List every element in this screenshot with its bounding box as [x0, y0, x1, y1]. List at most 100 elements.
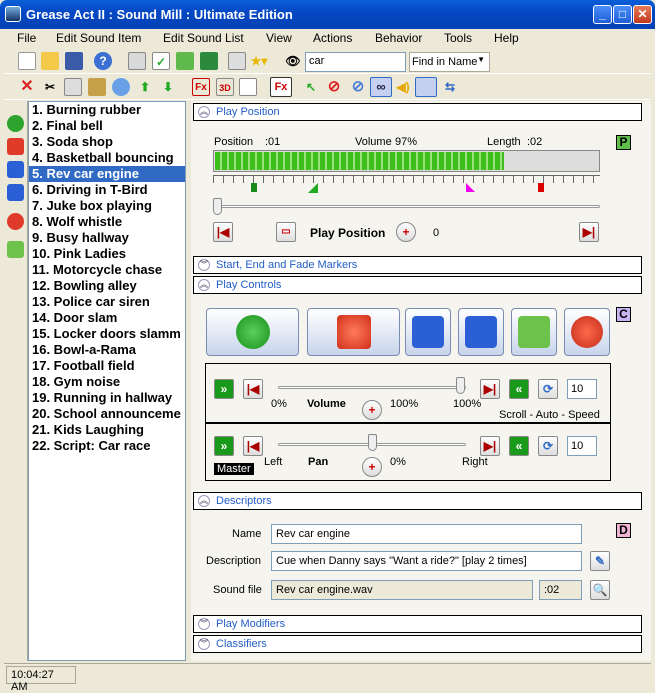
volume-step-input[interactable]: 10 — [567, 379, 597, 399]
volume-thumb[interactable] — [456, 377, 465, 394]
play-icon[interactable] — [7, 115, 24, 132]
find-mode-select[interactable]: Find in Name ▼ — [409, 52, 490, 72]
pan-step-input[interactable]: 10 — [567, 436, 597, 456]
list-item[interactable]: 14. Door slam — [29, 310, 185, 326]
mixer-icon[interactable] — [415, 77, 437, 97]
save-icon[interactable] — [65, 52, 83, 70]
menu-view[interactable]: View — [266, 31, 292, 45]
fade-in-marker[interactable] — [308, 183, 318, 193]
name-field[interactable]: Rev car engine — [271, 524, 582, 544]
next-button[interactable] — [458, 308, 504, 356]
menu-file[interactable]: File — [17, 31, 36, 45]
list-item[interactable]: 20. School announceme — [29, 406, 185, 422]
move-down-icon[interactable]: ⬇ — [159, 78, 177, 96]
book-icon[interactable] — [200, 52, 218, 70]
arrange-icon[interactable]: ⇆ — [441, 78, 459, 96]
list-item[interactable]: 10. Pink Ladies — [29, 246, 185, 262]
section-markers[interactable]: ︾ Start, End and Fade Markers — [193, 256, 642, 274]
cut-icon[interactable]: ✂ — [41, 78, 59, 96]
volume-min-button[interactable]: |◀ — [243, 379, 263, 399]
list-item[interactable]: 3. Soda shop — [29, 134, 185, 150]
list-item[interactable]: 2. Final bell — [29, 118, 185, 134]
volume-auto-button[interactable]: ⟳ — [538, 379, 558, 399]
pan-rewind-button[interactable]: « — [509, 436, 529, 456]
favorites-dropdown-icon[interactable]: ★▾ — [250, 52, 268, 70]
section-play-modifiers[interactable]: ︾ Play Modifiers — [193, 615, 642, 633]
volume-rewind-button[interactable]: « — [509, 379, 529, 399]
pan-auto-button[interactable]: ⟳ — [538, 436, 558, 456]
volume-max-button[interactable]: ▶| — [480, 379, 500, 399]
sound-icon[interactable] — [112, 78, 130, 96]
list-item[interactable]: 19. Running in hallway — [29, 390, 185, 406]
cancel-icon[interactable] — [7, 213, 24, 230]
go-end-button[interactable]: ▶| — [579, 222, 599, 242]
help-icon[interactable]: ? — [94, 52, 112, 70]
end-marker[interactable] — [538, 183, 544, 192]
menu-behavior[interactable]: Behavior — [375, 31, 422, 45]
loop-icon[interactable] — [7, 241, 24, 258]
pan-thumb[interactable] — [368, 434, 377, 451]
list-item[interactable]: 21. Kids Laughing — [29, 422, 185, 438]
list-item[interactable]: 13. Police car siren — [29, 294, 185, 310]
menu-edit-sound-item[interactable]: Edit Sound Item — [56, 31, 141, 45]
pause-icon[interactable] — [7, 161, 24, 178]
maximize-button[interactable]: □ — [613, 5, 632, 24]
list-item[interactable]: 4. Basketball bouncing — [29, 150, 185, 166]
paste-icon[interactable] — [88, 78, 106, 96]
list-item[interactable]: 11. Motorcycle chase — [29, 262, 185, 278]
copy-icon[interactable] — [64, 78, 82, 96]
refresh-icon[interactable] — [176, 52, 194, 70]
properties-icon[interactable] — [128, 52, 146, 70]
volume-fast-forward-button[interactable]: » — [214, 379, 234, 399]
no-entry-icon[interactable]: ⊘ — [349, 78, 367, 96]
menu-edit-sound-list[interactable]: Edit Sound List — [163, 31, 244, 45]
menu-tools[interactable]: Tools — [444, 31, 472, 45]
cancel-button[interactable] — [564, 308, 610, 356]
pan-add-button[interactable]: + — [362, 457, 382, 477]
start-marker[interactable] — [251, 183, 257, 192]
new-icon[interactable] — [18, 52, 36, 70]
search-input[interactable]: car — [305, 52, 406, 72]
list-item[interactable]: 22. Script: Car race — [29, 438, 185, 454]
pause-button[interactable] — [405, 308, 451, 356]
play-button[interactable] — [206, 308, 299, 356]
list-item[interactable]: 1. Burning rubber — [29, 102, 185, 118]
set-position-button[interactable]: ▭ — [276, 222, 296, 242]
cursor-icon[interactable]: ↖ — [302, 78, 320, 96]
volume-track[interactable] — [278, 386, 466, 389]
menu-actions[interactable]: Actions — [313, 31, 352, 45]
stop-button[interactable] — [307, 308, 400, 356]
sound-file-field[interactable]: Rev car engine.wav — [271, 580, 533, 600]
fade-out-marker[interactable] — [466, 183, 475, 192]
list-item[interactable]: 17. Football field — [29, 358, 185, 374]
position-thumb[interactable] — [213, 198, 222, 215]
edit-description-button[interactable]: ✎ — [590, 551, 610, 571]
add-position-button[interactable]: + — [396, 222, 416, 242]
list-item[interactable]: 9. Busy hallway — [29, 230, 185, 246]
list-item[interactable]: 12. Bowling alley — [29, 278, 185, 294]
stop-sign-icon[interactable]: ⊘ — [325, 78, 343, 96]
section-play-controls[interactable]: ︽ Play Controls — [193, 276, 642, 294]
section-classifiers[interactable]: ︾ Classifiers — [193, 635, 642, 653]
list-item[interactable]: 5. Rev car engine — [29, 166, 185, 182]
sound-list[interactable]: 1. Burning rubber 2. Final bell 3. Soda sh… — [28, 101, 186, 661]
close-button[interactable]: ✕ — [633, 5, 652, 24]
next-icon[interactable] — [7, 184, 24, 201]
stop-icon[interactable] — [7, 138, 24, 155]
position-track[interactable] — [213, 205, 600, 208]
link-icon[interactable]: ∞ — [370, 77, 392, 97]
pan-left-button[interactable]: |◀ — [243, 436, 263, 456]
browse-file-button[interactable]: 🔍 — [590, 580, 610, 600]
list-item[interactable]: 16. Bowl-a-Rama — [29, 342, 185, 358]
open-icon[interactable] — [41, 52, 59, 70]
list-item[interactable]: 15. Locker doors slamm — [29, 326, 185, 342]
window-icon[interactable] — [228, 52, 246, 70]
section-descriptors[interactable]: ︽ Descriptors — [193, 492, 642, 510]
move-up-icon[interactable]: ⬆ — [136, 78, 154, 96]
list-item[interactable]: 7. Juke box playing — [29, 198, 185, 214]
loop-button[interactable] — [511, 308, 557, 356]
menu-help[interactable]: Help — [494, 31, 519, 45]
list-item[interactable]: 18. Gym noise — [29, 374, 185, 390]
section-play-position[interactable]: ︽ Play Position — [193, 103, 642, 121]
speaker-icon[interactable]: ◀) — [394, 78, 412, 96]
